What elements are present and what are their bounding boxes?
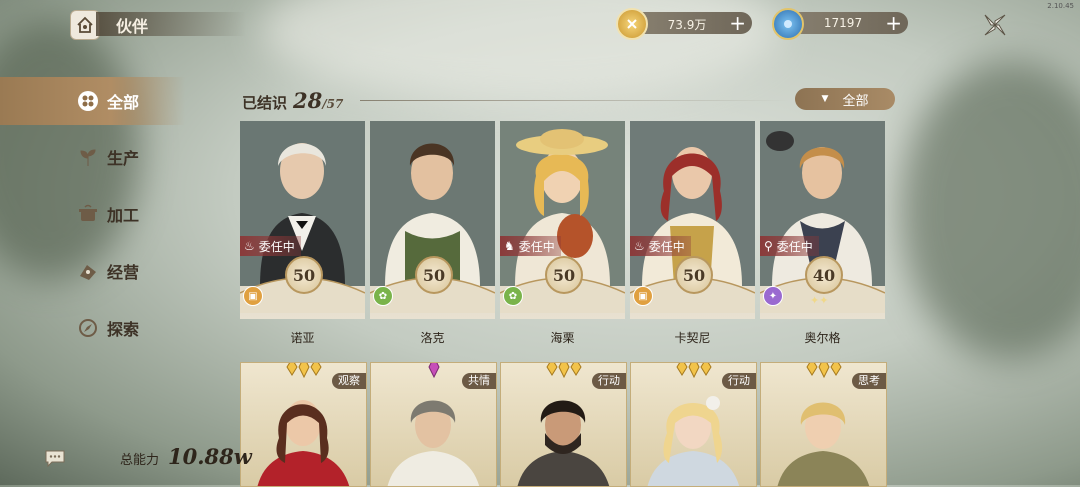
divider — [360, 100, 790, 101]
sidebar-item-label: 全部 — [107, 93, 140, 112]
recruit-card[interactable]: 行动 — [500, 362, 627, 487]
compass-icon: ⚲ — [764, 239, 773, 253]
add-coin-button[interactable]: + — [729, 11, 746, 35]
recruit-card[interactable]: 共情 — [370, 362, 497, 487]
companion-card[interactable]: 50 ✿ — [370, 121, 495, 319]
filter-label: 全部 — [842, 93, 869, 109]
sidebar-item-business[interactable]: 经营 — [0, 247, 185, 295]
companion-card[interactable]: ♞ 委任中 50 ✿ — [500, 121, 625, 319]
portrait-image — [257, 400, 350, 486]
gem-row-icon — [806, 363, 842, 379]
gem-icon — [772, 8, 804, 40]
known-counter: 已结识 28/57 — [242, 88, 343, 113]
gem-row-icon — [286, 363, 322, 379]
sprout-icon — [76, 145, 100, 169]
sidebar-item-processing[interactable]: 加工 — [0, 190, 185, 238]
trait-tag: 共情 — [462, 373, 496, 389]
sidebar-item-all[interactable]: 全部 — [0, 77, 185, 125]
status-badge: ⚲ 委任中 — [760, 236, 819, 256]
status-badge: ♨ 委任中 — [240, 236, 301, 256]
companion-name: 洛克 — [420, 331, 445, 345]
pot-icon: ♨ — [244, 239, 255, 253]
power-label: 总能力 — [120, 453, 160, 468]
pot-icon: ▣ — [243, 286, 263, 306]
sidebar-item-label: 加工 — [107, 206, 140, 225]
filter-dropdown[interactable]: ▼ 全部 — [795, 88, 895, 110]
recruit-card[interactable]: 观察 — [240, 362, 367, 487]
status-text: 委任中 — [776, 239, 813, 254]
known-label: 已结识 — [242, 94, 288, 112]
sidebar-item-label: 生产 — [107, 149, 140, 168]
companion-name: 奥尔格 — [804, 331, 841, 345]
companion-name: 卡契尼 — [674, 331, 711, 345]
status-text: 委任中 — [518, 239, 555, 254]
compass-icon — [76, 316, 100, 340]
pot-icon — [76, 202, 100, 226]
sidebar-item-label: 经营 — [107, 263, 140, 282]
gem-row-icon — [546, 363, 582, 379]
known-total: /57 — [322, 97, 344, 111]
coin-value: 73.9万 — [667, 18, 707, 32]
home-icon — [77, 16, 93, 33]
add-gem-button[interactable]: + — [885, 11, 902, 35]
clover-icon — [76, 89, 100, 113]
sprout-icon: ✿ — [503, 286, 523, 306]
status-text: 委任中 — [258, 239, 295, 254]
companion-card[interactable]: ♨ 委任中 50 ▣ — [240, 121, 365, 319]
sidebar-item-label: 探索 — [107, 320, 140, 339]
sprout-icon: ✿ — [373, 286, 393, 306]
coin-icon — [616, 8, 648, 40]
level-badge: 50 — [545, 256, 583, 294]
coin-counter: 73.9万 + — [616, 8, 752, 40]
chat-icon — [45, 450, 65, 468]
page-title: 伙伴 — [116, 17, 149, 36]
trait-tag: 思考 — [852, 373, 886, 389]
gem-value: 17197 — [823, 16, 863, 30]
portrait-image — [517, 400, 610, 486]
trait-tag: 行动 — [722, 373, 756, 389]
coins-icon — [76, 259, 100, 283]
trait-tag: 观察 — [332, 373, 366, 389]
companion-name: 诺亚 — [290, 331, 315, 345]
portrait-image — [647, 396, 740, 486]
version-label: 2.10.45 — [1047, 2, 1074, 10]
rooster-icon: ♞ — [504, 239, 515, 253]
companion-card[interactable]: ♨ 委任中 50 ▣ — [630, 121, 755, 319]
companion-name: 海栗 — [550, 331, 575, 345]
level-badge: 40 — [805, 256, 843, 294]
gem-row-icon — [676, 363, 712, 379]
level-badge: 50 — [415, 256, 453, 294]
close-button[interactable] — [980, 10, 1010, 40]
recruit-card[interactable]: 思考 — [760, 362, 887, 487]
recruit-card[interactable]: 行动 — [630, 362, 757, 487]
trait-tag: 行动 — [592, 373, 626, 389]
sidebar-item-explore[interactable]: 探索 — [0, 304, 185, 352]
chat-button[interactable] — [44, 448, 66, 468]
background-foliage-right — [900, 60, 1080, 360]
portrait-image — [387, 400, 480, 486]
level-badge: 50 — [285, 256, 323, 294]
close-icon — [984, 14, 1006, 36]
chevron-down-icon: ▼ — [821, 94, 829, 104]
portrait-image — [777, 402, 870, 486]
pot-icon: ♨ — [634, 239, 645, 253]
sidebar-item-production[interactable]: 生产 — [0, 133, 185, 181]
status-badge: ♨ 委任中 — [630, 236, 691, 256]
star-rating: ✦✦ — [810, 294, 829, 307]
power-value: 10.88w — [168, 444, 252, 469]
gem-counter: 17197 + — [772, 8, 908, 40]
gem-row-icon — [428, 363, 440, 379]
status-text: 委任中 — [648, 239, 685, 254]
pot-icon: ▣ — [633, 286, 653, 306]
compass-icon: ✦ — [763, 286, 783, 306]
companion-card[interactable]: ⚲ 委任中 40 ✦ ✦✦ — [760, 121, 885, 319]
known-count: 28 — [293, 88, 323, 113]
level-badge: 50 — [675, 256, 713, 294]
status-badge: ♞ 委任中 — [500, 236, 561, 256]
